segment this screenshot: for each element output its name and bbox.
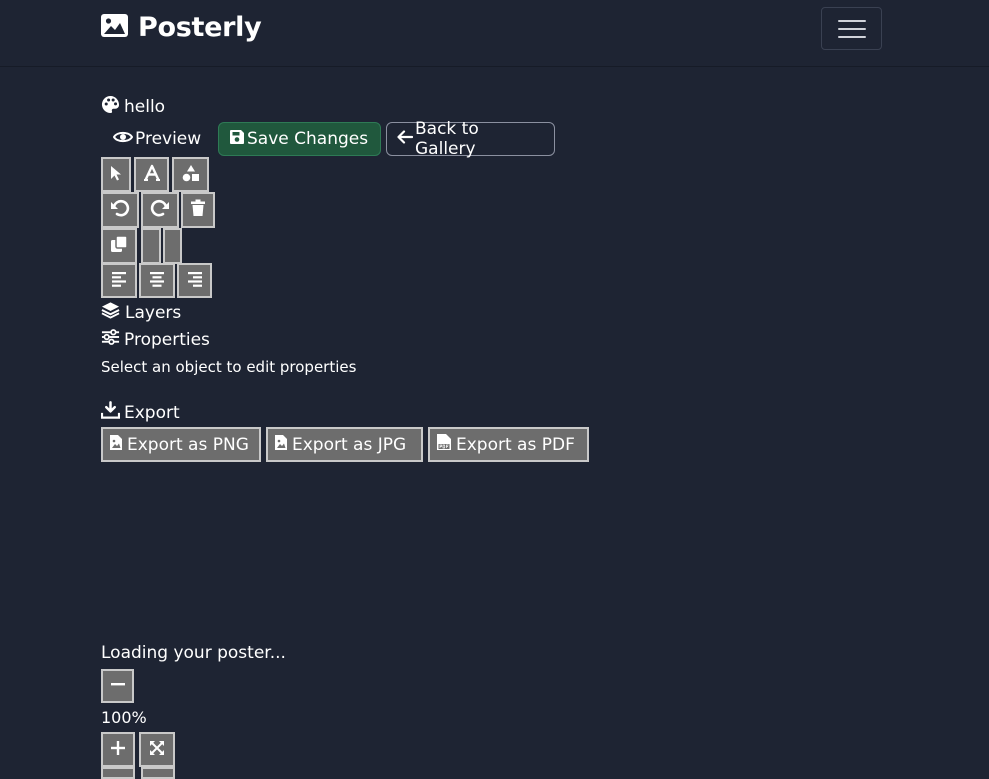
duplicate-button[interactable] bbox=[101, 228, 137, 264]
file-image-icon bbox=[274, 434, 288, 456]
align-left-button[interactable] bbox=[101, 263, 137, 298]
save-changes-button[interactable]: Save Changes bbox=[218, 122, 381, 156]
file-image-icon bbox=[109, 434, 123, 456]
undo-icon bbox=[110, 199, 130, 221]
export-png-button[interactable]: Export as PNG bbox=[101, 427, 261, 462]
align-right-icon bbox=[187, 271, 203, 291]
brand-title: Posterly bbox=[138, 12, 262, 43]
redo-button[interactable] bbox=[141, 192, 179, 228]
palette-icon bbox=[101, 95, 120, 119]
zoom-extra-button[interactable] bbox=[141, 767, 175, 779]
minus-icon bbox=[110, 676, 126, 696]
image-icon bbox=[101, 14, 128, 41]
shapes-tool-button[interactable] bbox=[172, 157, 209, 192]
text-icon bbox=[143, 164, 161, 186]
align-left-icon bbox=[111, 271, 127, 291]
loading-message: Loading your poster... bbox=[101, 643, 286, 663]
file-pdf-icon bbox=[436, 433, 452, 456]
fit-to-screen-button[interactable] bbox=[139, 732, 175, 767]
floppy-disk-icon bbox=[229, 129, 245, 150]
text-tool-button[interactable] bbox=[134, 157, 169, 192]
zoom-extra-button[interactable] bbox=[101, 767, 135, 779]
poster-title: hello bbox=[101, 95, 165, 119]
export-pdf-button[interactable]: Export as PDF bbox=[428, 427, 589, 462]
eye-icon bbox=[112, 129, 134, 149]
select-tool-button[interactable] bbox=[101, 157, 131, 192]
export-heading: Export bbox=[100, 401, 180, 424]
back-to-gallery-button[interactable]: Back to Gallery bbox=[386, 119, 555, 159]
hamburger-icon bbox=[837, 19, 866, 22]
plus-icon bbox=[110, 740, 126, 760]
menu-toggle-button[interactable] bbox=[821, 7, 882, 50]
arrow-left-icon bbox=[397, 129, 414, 149]
pointer-icon bbox=[110, 165, 122, 185]
duplicate-icon bbox=[110, 235, 128, 257]
preview-button[interactable]: Preview bbox=[101, 122, 211, 156]
align-center-button[interactable] bbox=[139, 263, 175, 298]
shapes-icon bbox=[181, 164, 201, 186]
undo-button[interactable] bbox=[101, 192, 139, 228]
navbar: Posterly bbox=[0, 0, 989, 67]
properties-heading[interactable]: Properties bbox=[101, 329, 210, 350]
zoom-level: 100% bbox=[101, 708, 147, 727]
sliders-icon bbox=[101, 329, 120, 350]
export-jpg-button[interactable]: Export as JPG bbox=[266, 427, 423, 462]
layers-icon bbox=[101, 301, 120, 324]
send-backward-button[interactable] bbox=[163, 228, 182, 264]
layers-heading[interactable]: Layers bbox=[101, 301, 181, 324]
expand-icon bbox=[149, 740, 165, 760]
bring-forward-button[interactable] bbox=[141, 228, 161, 264]
brand[interactable]: Posterly bbox=[101, 12, 262, 43]
align-center-icon bbox=[149, 271, 165, 291]
zoom-in-button[interactable] bbox=[101, 732, 135, 767]
redo-icon bbox=[150, 199, 170, 221]
zoom-out-button[interactable] bbox=[101, 669, 134, 703]
properties-hint: Select an object to edit properties bbox=[101, 358, 357, 376]
poster-title-text: hello bbox=[124, 97, 166, 117]
align-right-button[interactable] bbox=[177, 263, 212, 298]
delete-button[interactable] bbox=[181, 192, 215, 228]
download-icon bbox=[100, 401, 121, 424]
trash-icon bbox=[190, 199, 206, 221]
